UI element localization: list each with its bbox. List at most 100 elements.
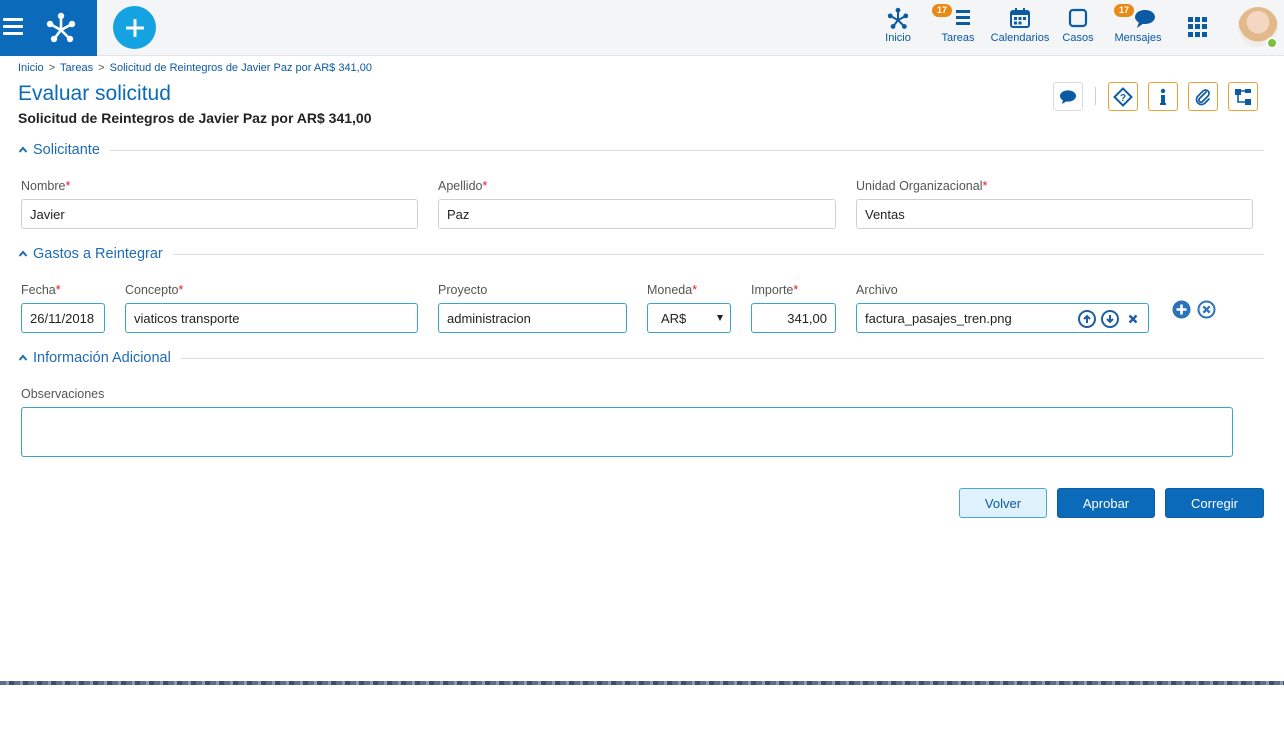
online-status-icon (1266, 37, 1278, 49)
attachment-icon (1195, 88, 1210, 105)
remove-file-icon[interactable] (1124, 310, 1142, 328)
top-bar: Inicio 17 Tareas Calendarios Casos 17 Me… (0, 0, 1284, 56)
breadcrumb-inicio[interactable]: Inicio (18, 62, 44, 74)
page-title: Evaluar solicitud (18, 82, 171, 105)
volver-button[interactable]: Volver (959, 488, 1047, 518)
section-divider (180, 357, 1264, 359)
nav-mensajes[interactable]: 17 Mensajes (1110, 4, 1166, 44)
chevron-up-icon (18, 146, 28, 153)
moneda-select[interactable]: AR$ (647, 303, 731, 333)
label-text: Importe (751, 283, 794, 297)
svg-text:?: ? (1120, 93, 1126, 104)
new-button[interactable] (113, 6, 156, 49)
chevron-up-icon (18, 354, 28, 361)
moneda-label: Moneda* (647, 283, 697, 297)
caret-down-icon (717, 315, 723, 321)
nombre-label: Nombre* (21, 179, 70, 193)
section-divider (172, 253, 1264, 255)
label-text: Nombre (21, 179, 66, 193)
fecha-field[interactable]: 26/11/2018 (21, 303, 105, 333)
breadcrumb-separator: > (98, 62, 105, 74)
proyecto-label: Proyecto (438, 283, 487, 297)
nav-label: Mensajes (1114, 32, 1162, 44)
breadcrumb: Inicio > Tareas > Solicitud de Reintegro… (18, 62, 372, 74)
tasks-badge: 17 (932, 4, 953, 17)
page-subtitle: Solicitud de Reintegros de Javier Paz po… (18, 110, 372, 126)
label-text: Concepto (125, 283, 179, 297)
upload-icon[interactable] (1078, 310, 1096, 328)
label-text: Fecha (21, 283, 56, 297)
concepto-field[interactable]: viaticos transporte (125, 303, 418, 333)
corregir-button[interactable]: Corregir (1165, 488, 1264, 518)
unidad-field[interactable]: Ventas (856, 199, 1253, 229)
required-mark: * (692, 283, 698, 297)
nav-casos[interactable]: Casos (1060, 6, 1096, 44)
label-text: Observaciones (21, 387, 105, 401)
concepto-label: Concepto* (125, 283, 183, 297)
section-title: Solicitante (33, 142, 100, 158)
add-row-icon[interactable] (1172, 300, 1191, 319)
apellido-field[interactable]: Paz (438, 199, 836, 229)
process-home-icon (887, 7, 909, 29)
required-mark: * (982, 179, 988, 193)
unidad-label: Unidad Organizacional* (856, 179, 987, 193)
aprobar-button[interactable]: Aprobar (1057, 488, 1155, 518)
attachment-button[interactable] (1188, 82, 1218, 111)
nav-label: Inicio (885, 32, 911, 44)
calendar-icon (1010, 8, 1030, 28)
archivo-label: Archivo (856, 283, 898, 297)
archivo-filename: factura_pasajes_tren.png (865, 310, 1012, 326)
taskbar-strip (0, 681, 1284, 685)
required-mark: * (482, 179, 488, 193)
brand-panel (0, 0, 97, 56)
messages-icon (1135, 10, 1155, 28)
section-title: Información Adicional (33, 350, 171, 366)
section-gastos[interactable]: Gastos a Reintegrar (18, 244, 1264, 264)
proyecto-field[interactable]: administracion (438, 303, 627, 333)
messages-badge: 17 (1114, 4, 1135, 17)
label-text: Archivo (856, 283, 898, 297)
required-mark: * (793, 283, 799, 297)
breadcrumb-current[interactable]: Solicitud de Reintegros de Javier Paz po… (110, 62, 372, 74)
observaciones-textarea[interactable] (21, 407, 1233, 457)
label-text: Proyecto (438, 283, 488, 297)
nav-tareas[interactable]: 17 Tareas (932, 4, 980, 44)
archivo-field[interactable]: factura_pasajes_tren.png (856, 303, 1149, 333)
logo-icon[interactable] (44, 10, 78, 44)
label-text: Moneda (647, 283, 693, 297)
importe-field[interactable]: 341,00 (751, 303, 836, 333)
cases-icon (1068, 8, 1088, 28)
breadcrumb-tareas[interactable]: Tareas (60, 62, 93, 74)
delete-row-icon[interactable] (1197, 300, 1216, 319)
section-informacion-adicional[interactable]: Información Adicional (18, 348, 1264, 368)
chevron-up-icon (18, 250, 28, 257)
toolbar-divider (1095, 87, 1096, 105)
nav-label: Tareas (941, 32, 975, 44)
importe-label: Importe* (751, 283, 798, 297)
required-mark: * (55, 283, 61, 297)
info-button[interactable] (1148, 82, 1178, 111)
observaciones-label: Observaciones (21, 387, 104, 401)
fecha-label: Fecha* (21, 283, 61, 297)
nav-inicio[interactable]: Inicio (878, 6, 918, 44)
section-divider (109, 149, 1264, 151)
menu-icon[interactable] (3, 18, 23, 36)
comment-icon (1060, 89, 1076, 104)
nav-label: Casos (1062, 32, 1094, 44)
help-icon: ? (1113, 86, 1133, 107)
comment-button[interactable] (1053, 82, 1083, 111)
help-button[interactable]: ? (1108, 82, 1138, 111)
moneda-value: AR$ (661, 310, 687, 326)
required-mark: * (178, 283, 184, 297)
workflow-button[interactable] (1228, 82, 1258, 111)
download-icon[interactable] (1101, 310, 1119, 328)
label-text: Unidad Organizacional (856, 179, 983, 193)
nav-calendarios[interactable]: Calendarios (989, 6, 1051, 44)
required-mark: * (65, 179, 71, 193)
section-solicitante[interactable]: Solicitante (18, 140, 1264, 160)
info-icon (1160, 88, 1166, 105)
apps-grid-icon[interactable] (1188, 17, 1208, 37)
label-text: Apellido (438, 179, 483, 193)
apellido-label: Apellido* (438, 179, 487, 193)
nombre-field[interactable]: Javier (21, 199, 418, 229)
